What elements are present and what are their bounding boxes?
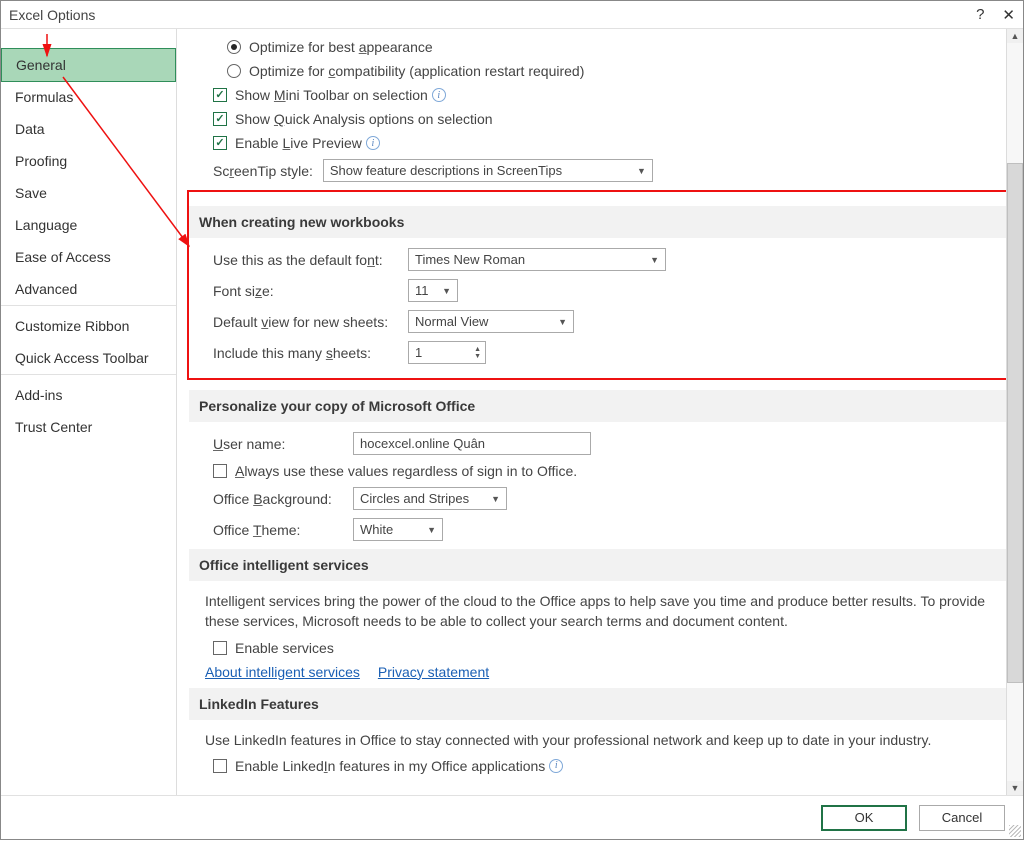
bg-select[interactable]: Circles and Stripes ▼ <box>353 487 507 510</box>
link-about-intelligent[interactable]: About intelligent services <box>205 664 360 680</box>
chk-mini-toolbar[interactable] <box>213 88 227 102</box>
close-icon[interactable]: ✕ <box>1002 6 1015 24</box>
chk-quick-analysis[interactable] <box>213 112 227 126</box>
screentip-value: Show feature descriptions in ScreenTips <box>330 163 562 178</box>
nav-item-customize-ribbon[interactable]: Customize Ribbon <box>1 310 176 342</box>
chk-enable-services[interactable] <box>213 641 227 655</box>
chevron-down-icon: ▼ <box>558 317 567 327</box>
chk-linkedin[interactable] <box>213 759 227 773</box>
default-view-select[interactable]: Normal View ▼ <box>408 310 574 333</box>
info-icon[interactable] <box>432 88 446 102</box>
nav-pane: GeneralFormulasDataProofingSaveLanguageE… <box>1 29 177 795</box>
nav-item-language[interactable]: Language <box>1 209 176 241</box>
nav-item-general[interactable]: General <box>1 48 176 82</box>
resize-grip-icon[interactable] <box>1009 825 1021 837</box>
sheets-spinner[interactable]: 1 ▲▼ <box>408 341 486 364</box>
theme-select[interactable]: White ▼ <box>353 518 443 541</box>
spin-down-icon[interactable]: ▼ <box>474 353 481 360</box>
default-view-value: Normal View <box>415 314 488 329</box>
sheets-value: 1 <box>415 345 422 360</box>
chevron-down-icon: ▼ <box>491 494 500 504</box>
info-icon[interactable] <box>549 759 563 773</box>
dialog-title: Excel Options <box>9 7 95 23</box>
titlebar: Excel Options ? ✕ <box>1 1 1023 29</box>
chevron-down-icon: ▼ <box>637 166 646 176</box>
chk-always-use[interactable] <box>213 464 227 478</box>
section-linkedin: LinkedIn Features <box>189 688 1007 720</box>
scroll-thumb[interactable] <box>1007 163 1023 683</box>
intelligent-desc: Intelligent services bring the power of … <box>205 591 1003 632</box>
nav-item-data[interactable]: Data <box>1 113 176 145</box>
scroll-track[interactable] <box>1007 43 1023 781</box>
highlight-box: When creating new workbooks Use this as … <box>187 190 1009 380</box>
bg-value: Circles and Stripes <box>360 491 469 506</box>
linkedin-desc: Use LinkedIn features in Office to stay … <box>205 730 1003 750</box>
cancel-button[interactable]: Cancel <box>919 805 1005 831</box>
section-intelligent: Office intelligent services <box>189 549 1007 581</box>
default-font-value: Times New Roman <box>415 252 525 267</box>
nav-item-advanced[interactable]: Advanced <box>1 273 176 305</box>
help-icon[interactable]: ? <box>976 6 984 23</box>
username-input[interactable] <box>353 432 591 455</box>
link-privacy[interactable]: Privacy statement <box>378 664 489 680</box>
nav-item-add-ins[interactable]: Add-ins <box>1 379 176 411</box>
theme-value: White <box>360 522 393 537</box>
radio-optimize-compat[interactable] <box>227 64 241 78</box>
spin-up-icon[interactable]: ▲ <box>474 346 481 353</box>
font-size-select[interactable]: 11 ▼ <box>408 279 458 302</box>
info-icon[interactable] <box>366 136 380 150</box>
nav-item-ease-of-access[interactable]: Ease of Access <box>1 241 176 273</box>
nav-item-formulas[interactable]: Formulas <box>1 81 176 113</box>
nav-item-proofing[interactable]: Proofing <box>1 145 176 177</box>
section-workbooks: When creating new workbooks <box>189 206 1007 238</box>
nav-item-quick-access-toolbar[interactable]: Quick Access Toolbar <box>1 342 176 374</box>
chk-live-preview[interactable] <box>213 136 227 150</box>
content-area: ▲ ▼ Optimize for best appearance Optimiz… <box>177 29 1023 795</box>
chevron-down-icon: ▼ <box>427 525 436 535</box>
font-size-value: 11 <box>415 283 429 298</box>
scroll-up-icon[interactable]: ▲ <box>1011 29 1020 43</box>
ok-button[interactable]: OK <box>821 805 907 831</box>
footer: OK Cancel <box>1 795 1023 839</box>
nav-item-save[interactable]: Save <box>1 177 176 209</box>
chevron-down-icon: ▼ <box>442 286 451 296</box>
section-personalize: Personalize your copy of Microsoft Offic… <box>189 390 1007 422</box>
screentip-select[interactable]: Show feature descriptions in ScreenTips … <box>323 159 653 182</box>
nav-item-trust-center[interactable]: Trust Center <box>1 411 176 443</box>
default-font-select[interactable]: Times New Roman ▼ <box>408 248 666 271</box>
scroll-down-icon[interactable]: ▼ <box>1011 781 1020 795</box>
radio-optimize-appearance[interactable] <box>227 40 241 54</box>
enable-services-label: Enable services <box>235 640 334 656</box>
chevron-down-icon: ▼ <box>650 255 659 265</box>
vertical-scrollbar[interactable]: ▲ ▼ <box>1006 29 1023 795</box>
